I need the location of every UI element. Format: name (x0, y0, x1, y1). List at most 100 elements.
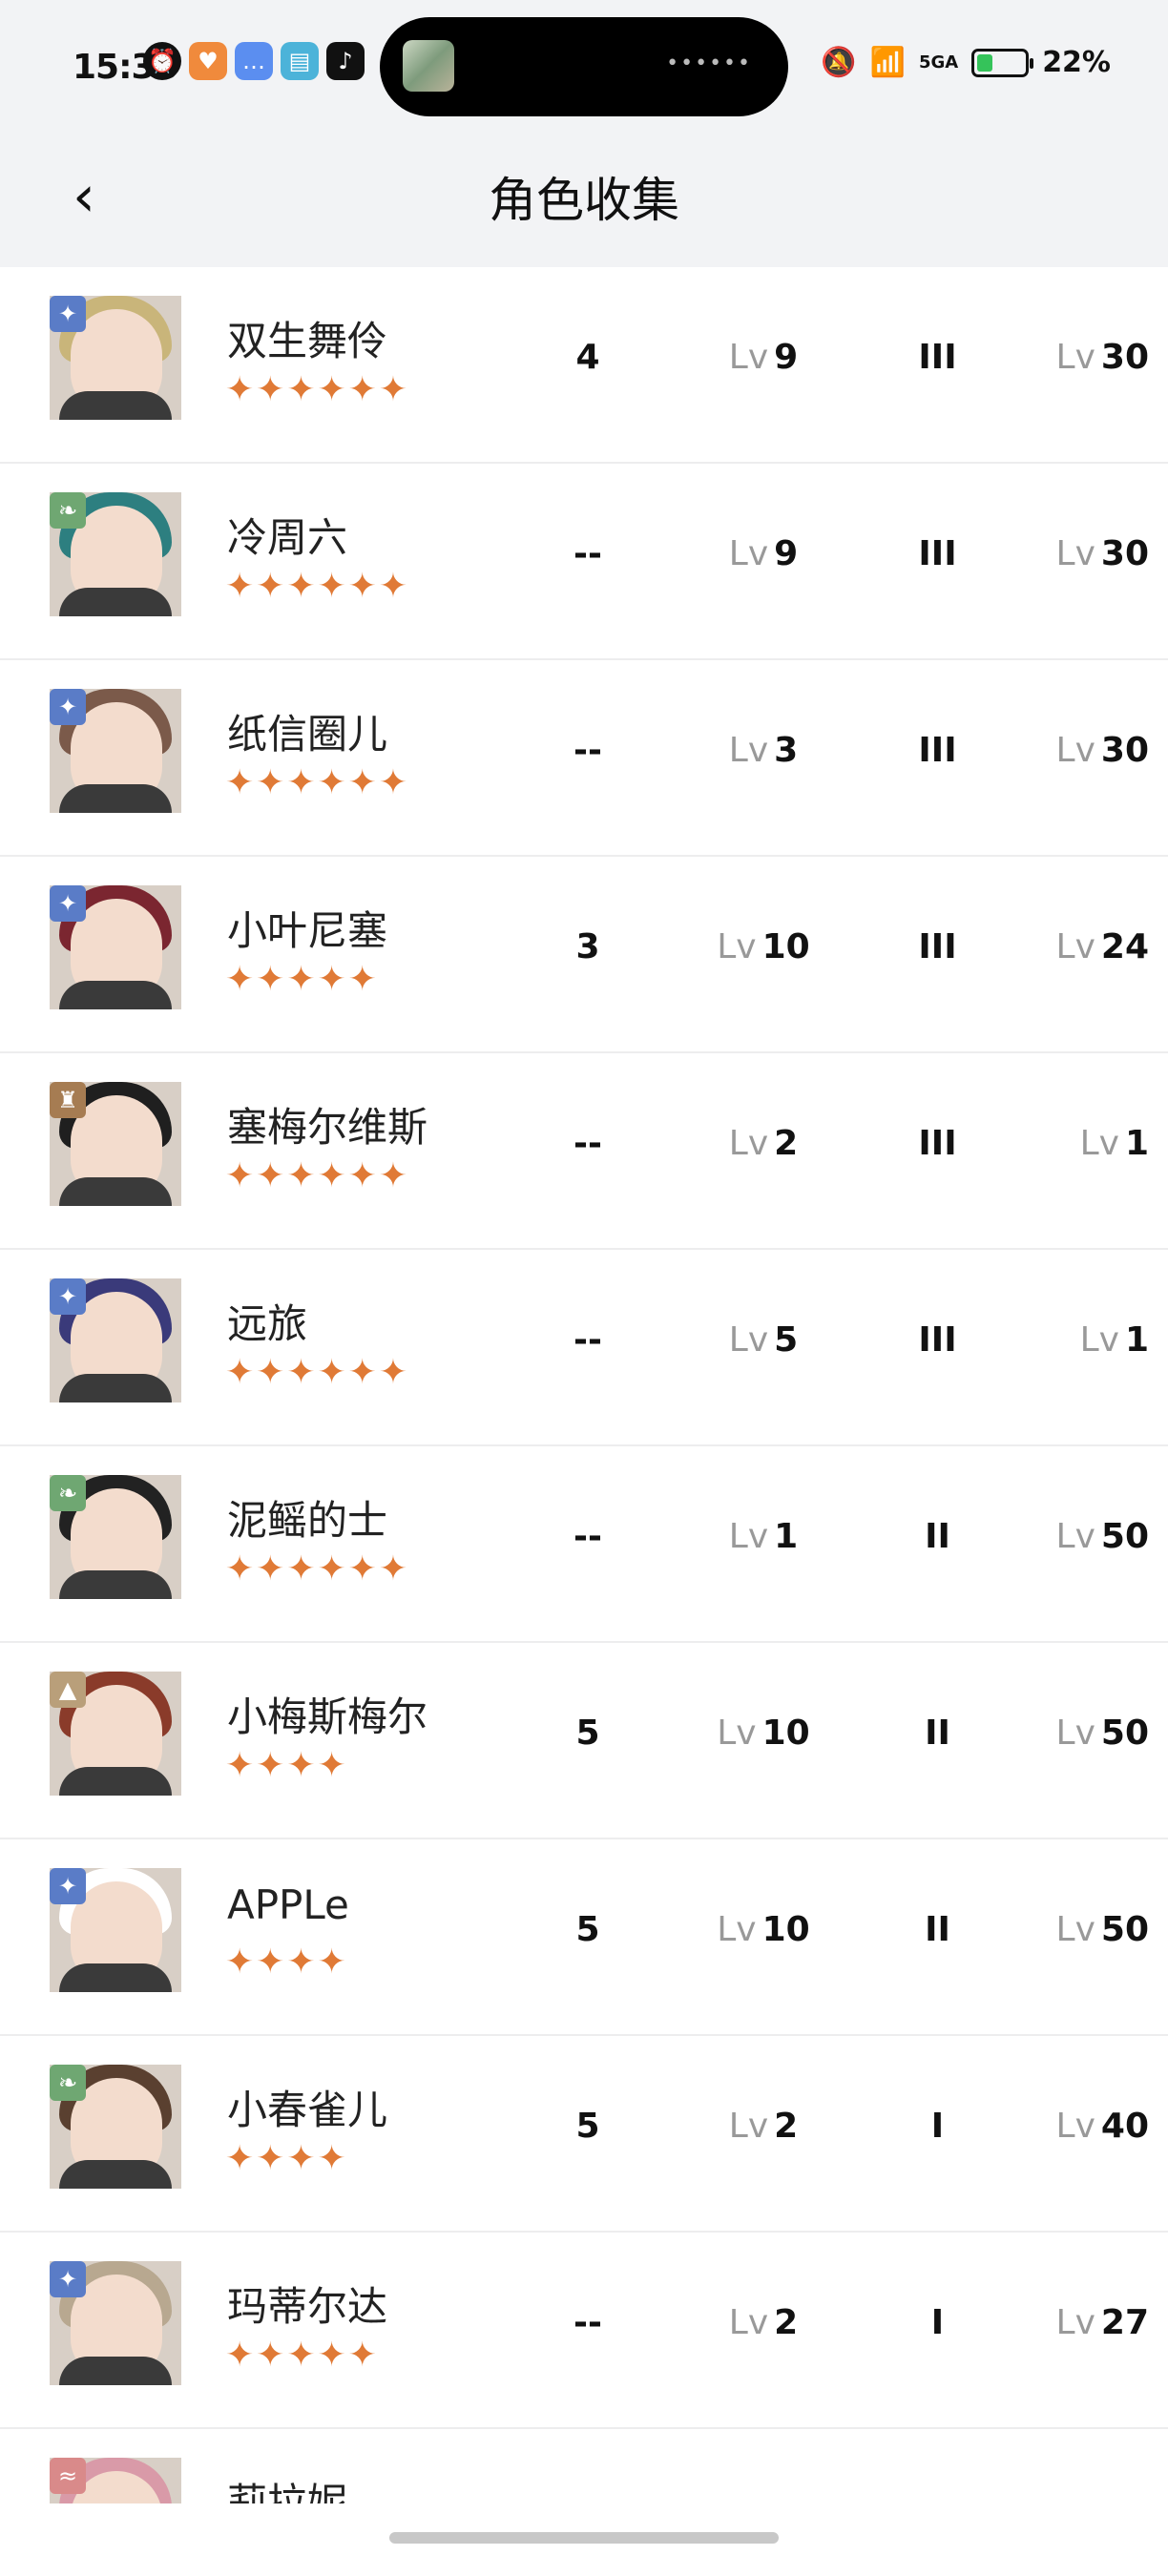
tier-numeral: III (918, 1320, 957, 1360)
psychube-level: Lv 25 (1015, 2500, 1149, 2503)
character-name: APPLe (227, 1881, 349, 1928)
page-title: 角色收集 (489, 173, 679, 228)
level-prefix: Lv (1055, 927, 1095, 966)
battery-icon (971, 48, 1034, 77)
element-badge-icon: ≈ (50, 2458, 86, 2494)
character-row[interactable]: ✦ 玛蒂尔达 ✦✦✦✦✦ -- Lv 2 I Lv 27 (0, 2233, 1168, 2429)
level-prefix: Lv (1079, 1124, 1119, 1163)
tier-numeral: III (918, 731, 957, 770)
nav-bar: ‹ 角色收集 (0, 134, 1168, 267)
tier-numeral: II (925, 1517, 950, 1556)
level-value: 10 (761, 1910, 810, 1949)
character-name: 小叶尼塞 (227, 907, 388, 954)
media-thumbnail (403, 40, 454, 92)
character-level: Lv 9 (706, 534, 821, 573)
character-row[interactable]: ✦ APPLe ✦✦✦✦ 5 Lv 10 II Lv 50 (0, 1839, 1168, 2036)
character-name: 小春雀儿 (227, 2087, 388, 2133)
character-level: Lv 10 (706, 927, 821, 966)
tier-numeral: I (878, 2500, 997, 2503)
system-status: 🔕 📶 5GA 22% (821, 46, 1111, 79)
music-app-icon: ♪ (326, 42, 365, 80)
element-badge-icon: ♜ (50, 1082, 86, 1118)
character-level: Lv 3 (706, 731, 821, 770)
character-name: 塞梅尔维斯 (227, 1104, 428, 1151)
character-name: 双生舞伶 (227, 318, 388, 364)
insight-count: -- (574, 2303, 602, 2342)
character-row[interactable]: ≈ 莉拉妮 ✦✦✦✦ 5 Lv5 I Lv25 (0, 2429, 1168, 2503)
level-value: 3 (774, 731, 799, 770)
level-value: 10 (761, 1714, 810, 1753)
character-row[interactable]: ▲ 小梅斯梅尔 ✦✦✦✦ 5 Lv 10 II Lv 50 (0, 1643, 1168, 1839)
insight-count: 5 (575, 1910, 600, 1949)
insight-count: 5 (575, 2107, 600, 2146)
level-value: 2 (774, 2303, 799, 2342)
character-level: Lv5 (706, 2500, 821, 2503)
level-value: 30 (1100, 731, 1149, 770)
psychube-level: Lv 30 (1015, 338, 1149, 377)
book-icon: ▤ (281, 42, 319, 80)
character-row[interactable]: ❧ 泥鳐的士 ✦✦✦✦✦✦ -- Lv 1 II Lv 50 (0, 1446, 1168, 1643)
rarity-stars: ✦✦✦✦✦✦ (225, 1156, 409, 1195)
psychube-level: Lv 50 (1015, 1910, 1149, 1949)
insight-count: -- (574, 534, 602, 573)
insight-count: 5 (575, 1714, 600, 1753)
portrait-body (59, 1767, 172, 1796)
character-name: 莉拉妮 (227, 2480, 348, 2503)
portrait-body (59, 1570, 172, 1599)
level-value: 25 (1101, 2500, 1149, 2503)
character-row[interactable]: ✦ 纸信圈儿 ✦✦✦✦✦✦ -- Lv 3 III Lv 30 (0, 660, 1168, 857)
level-value: 50 (1100, 1910, 1149, 1949)
character-name: 泥鳐的士 (227, 1497, 388, 1544)
level-value: 50 (1100, 1714, 1149, 1753)
character-row[interactable]: ✦ 双生舞伶 ✦✦✦✦✦✦ 4 Lv 9 III Lv 30 (0, 267, 1168, 464)
character-name: 纸信圈儿 (227, 711, 388, 758)
character-name: 玛蒂尔达 (227, 2283, 388, 2330)
portrait-body (59, 1963, 172, 1992)
level-prefix: Lv (717, 927, 757, 966)
character-row[interactable]: ❧ 冷周六 ✦✦✦✦✦✦ -- Lv 9 III Lv 30 (0, 464, 1168, 660)
character-level: Lv5 (706, 1320, 821, 1360)
level-value: 40 (1100, 2107, 1149, 2146)
portrait-body (59, 2357, 172, 2385)
tier-numeral: II (925, 1910, 950, 1949)
character-name: 小梅斯梅尔 (227, 1693, 428, 1740)
dynamic-island[interactable]: •••••• (380, 17, 788, 116)
portrait-body (59, 588, 172, 616)
character-level: Lv 10 (706, 1714, 821, 1753)
insight-count: 3 (575, 927, 600, 966)
alarm-icon: ⏰ (143, 42, 181, 80)
character-row[interactable]: ✦ 小叶尼塞 ✦✦✦✦✦ 3 Lv 10 III Lv 24 (0, 857, 1168, 1053)
level-value: 1 (1124, 1124, 1149, 1163)
portrait-body (59, 1177, 172, 1206)
character-level: Lv 10 (706, 1910, 821, 1949)
element-badge-icon: ❧ (50, 492, 86, 529)
portrait-body (59, 784, 172, 813)
character-row[interactable]: ✦ 远旅 ✦✦✦✦✦✦ -- Lv 5 III Lv 1 (0, 1250, 1168, 1446)
rarity-stars: ✦✦✦✦✦✦ (225, 1353, 409, 1392)
audio-wave-icon: •••••• (666, 52, 752, 75)
insight-count: 5 (531, 2500, 645, 2503)
rarity-stars: ✦✦✦✦✦ (225, 2336, 379, 2375)
character-level: Lv 2 (706, 2303, 821, 2342)
rarity-stars: ✦✦✦✦ (225, 1746, 348, 1785)
character-row[interactable]: ♜ 塞梅尔维斯 ✦✦✦✦✦✦ -- Lv 2 III Lv 1 (0, 1053, 1168, 1250)
level-prefix: Lv (1055, 1910, 1095, 1949)
character-level: Lv 9 (706, 338, 821, 377)
rarity-stars: ✦✦✦✦✦✦ (225, 370, 409, 409)
psychube-level: Lv 30 (1015, 731, 1149, 770)
element-badge-icon: ✦ (50, 296, 86, 332)
level-value: 27 (1100, 2303, 1149, 2342)
level-value: 1 (1124, 1320, 1149, 1360)
level-prefix: Lv (1056, 2500, 1095, 2503)
level-value: 9 (774, 338, 799, 377)
element-badge-icon: ✦ (50, 689, 86, 725)
tier-numeral: III (918, 1124, 957, 1163)
message-icon: … (235, 42, 273, 80)
character-name: 远旅 (227, 1300, 308, 1347)
tier-numeral: II (925, 1714, 950, 1753)
psychube-level: Lv 50 (1015, 1517, 1149, 1556)
level-prefix: Lv (1055, 2303, 1095, 2342)
psychube-level: Lv 30 (1015, 534, 1149, 573)
home-indicator[interactable] (389, 2532, 779, 2544)
character-row[interactable]: ❧ 小春雀儿 ✦✦✦✦ 5 Lv 2 I Lv 40 (0, 2036, 1168, 2233)
